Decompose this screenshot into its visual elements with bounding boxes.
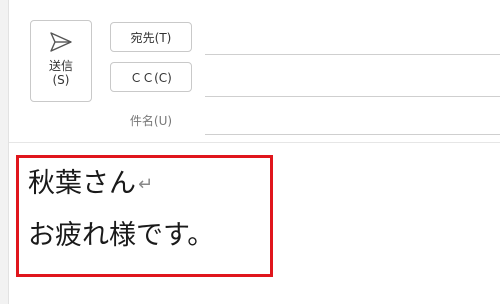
- highlight-box: [16, 155, 273, 277]
- cc-button[interactable]: ＣＣ(C): [110, 62, 192, 92]
- left-pane-edge: [0, 0, 9, 304]
- subject-field[interactable]: [205, 134, 500, 135]
- send-label: 送信: [48, 59, 73, 73]
- send-icon: [50, 32, 72, 52]
- send-button[interactable]: 送信 (S): [30, 20, 92, 102]
- to-button[interactable]: 宛先(T): [110, 22, 192, 52]
- subject-label: 件名(U): [129, 114, 173, 128]
- mail-compose-window: 送信 (S) 宛先(T) ＣＣ(C) 件名(U) 秋葉さん ↵ お疲れ様です。: [0, 0, 500, 304]
- cc-field[interactable]: [205, 96, 500, 97]
- send-shortcut: (S): [52, 73, 70, 87]
- to-field[interactable]: [205, 54, 500, 55]
